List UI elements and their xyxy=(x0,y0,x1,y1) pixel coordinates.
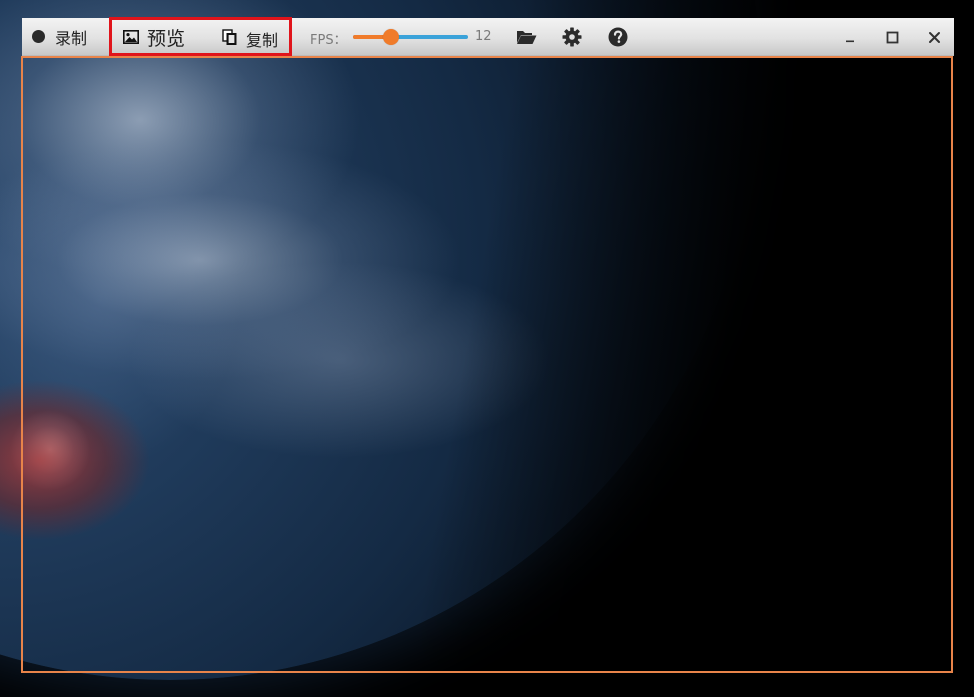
copy-icon xyxy=(222,29,237,49)
settings-button[interactable] xyxy=(561,26,583,48)
fps-label: FPS： xyxy=(310,33,347,48)
fps-slider[interactable] xyxy=(353,29,468,45)
open-folder-button[interactable] xyxy=(515,26,537,48)
help-button[interactable] xyxy=(607,26,629,48)
image-icon xyxy=(123,27,139,49)
record-label: 录制 xyxy=(55,28,88,48)
fps-value: 12 xyxy=(475,29,492,44)
minimize-icon xyxy=(846,40,854,43)
screen: 录制 预览 复制 FPS： 12 xyxy=(0,0,974,697)
record-dot-icon xyxy=(32,30,45,43)
preview-button[interactable]: 预览 xyxy=(123,24,185,51)
minimize-button[interactable] xyxy=(839,26,861,48)
gear-icon xyxy=(562,27,582,47)
folder-open-icon xyxy=(516,31,536,44)
fps-slider-thumb[interactable] xyxy=(382,29,399,45)
copy-button[interactable]: 复制 xyxy=(222,27,278,51)
preview-label: 预览 xyxy=(147,28,186,50)
capture-area-frame[interactable] xyxy=(21,56,953,673)
close-icon xyxy=(928,31,940,43)
record-button[interactable]: 录制 xyxy=(32,25,87,49)
recorder-toolbar: 录制 预览 复制 FPS： 12 xyxy=(22,17,954,56)
question-circle-icon xyxy=(608,27,628,47)
copy-label: 复制 xyxy=(246,31,279,50)
maximize-button[interactable] xyxy=(881,26,903,48)
close-button[interactable] xyxy=(923,26,945,48)
maximize-icon xyxy=(886,31,898,43)
